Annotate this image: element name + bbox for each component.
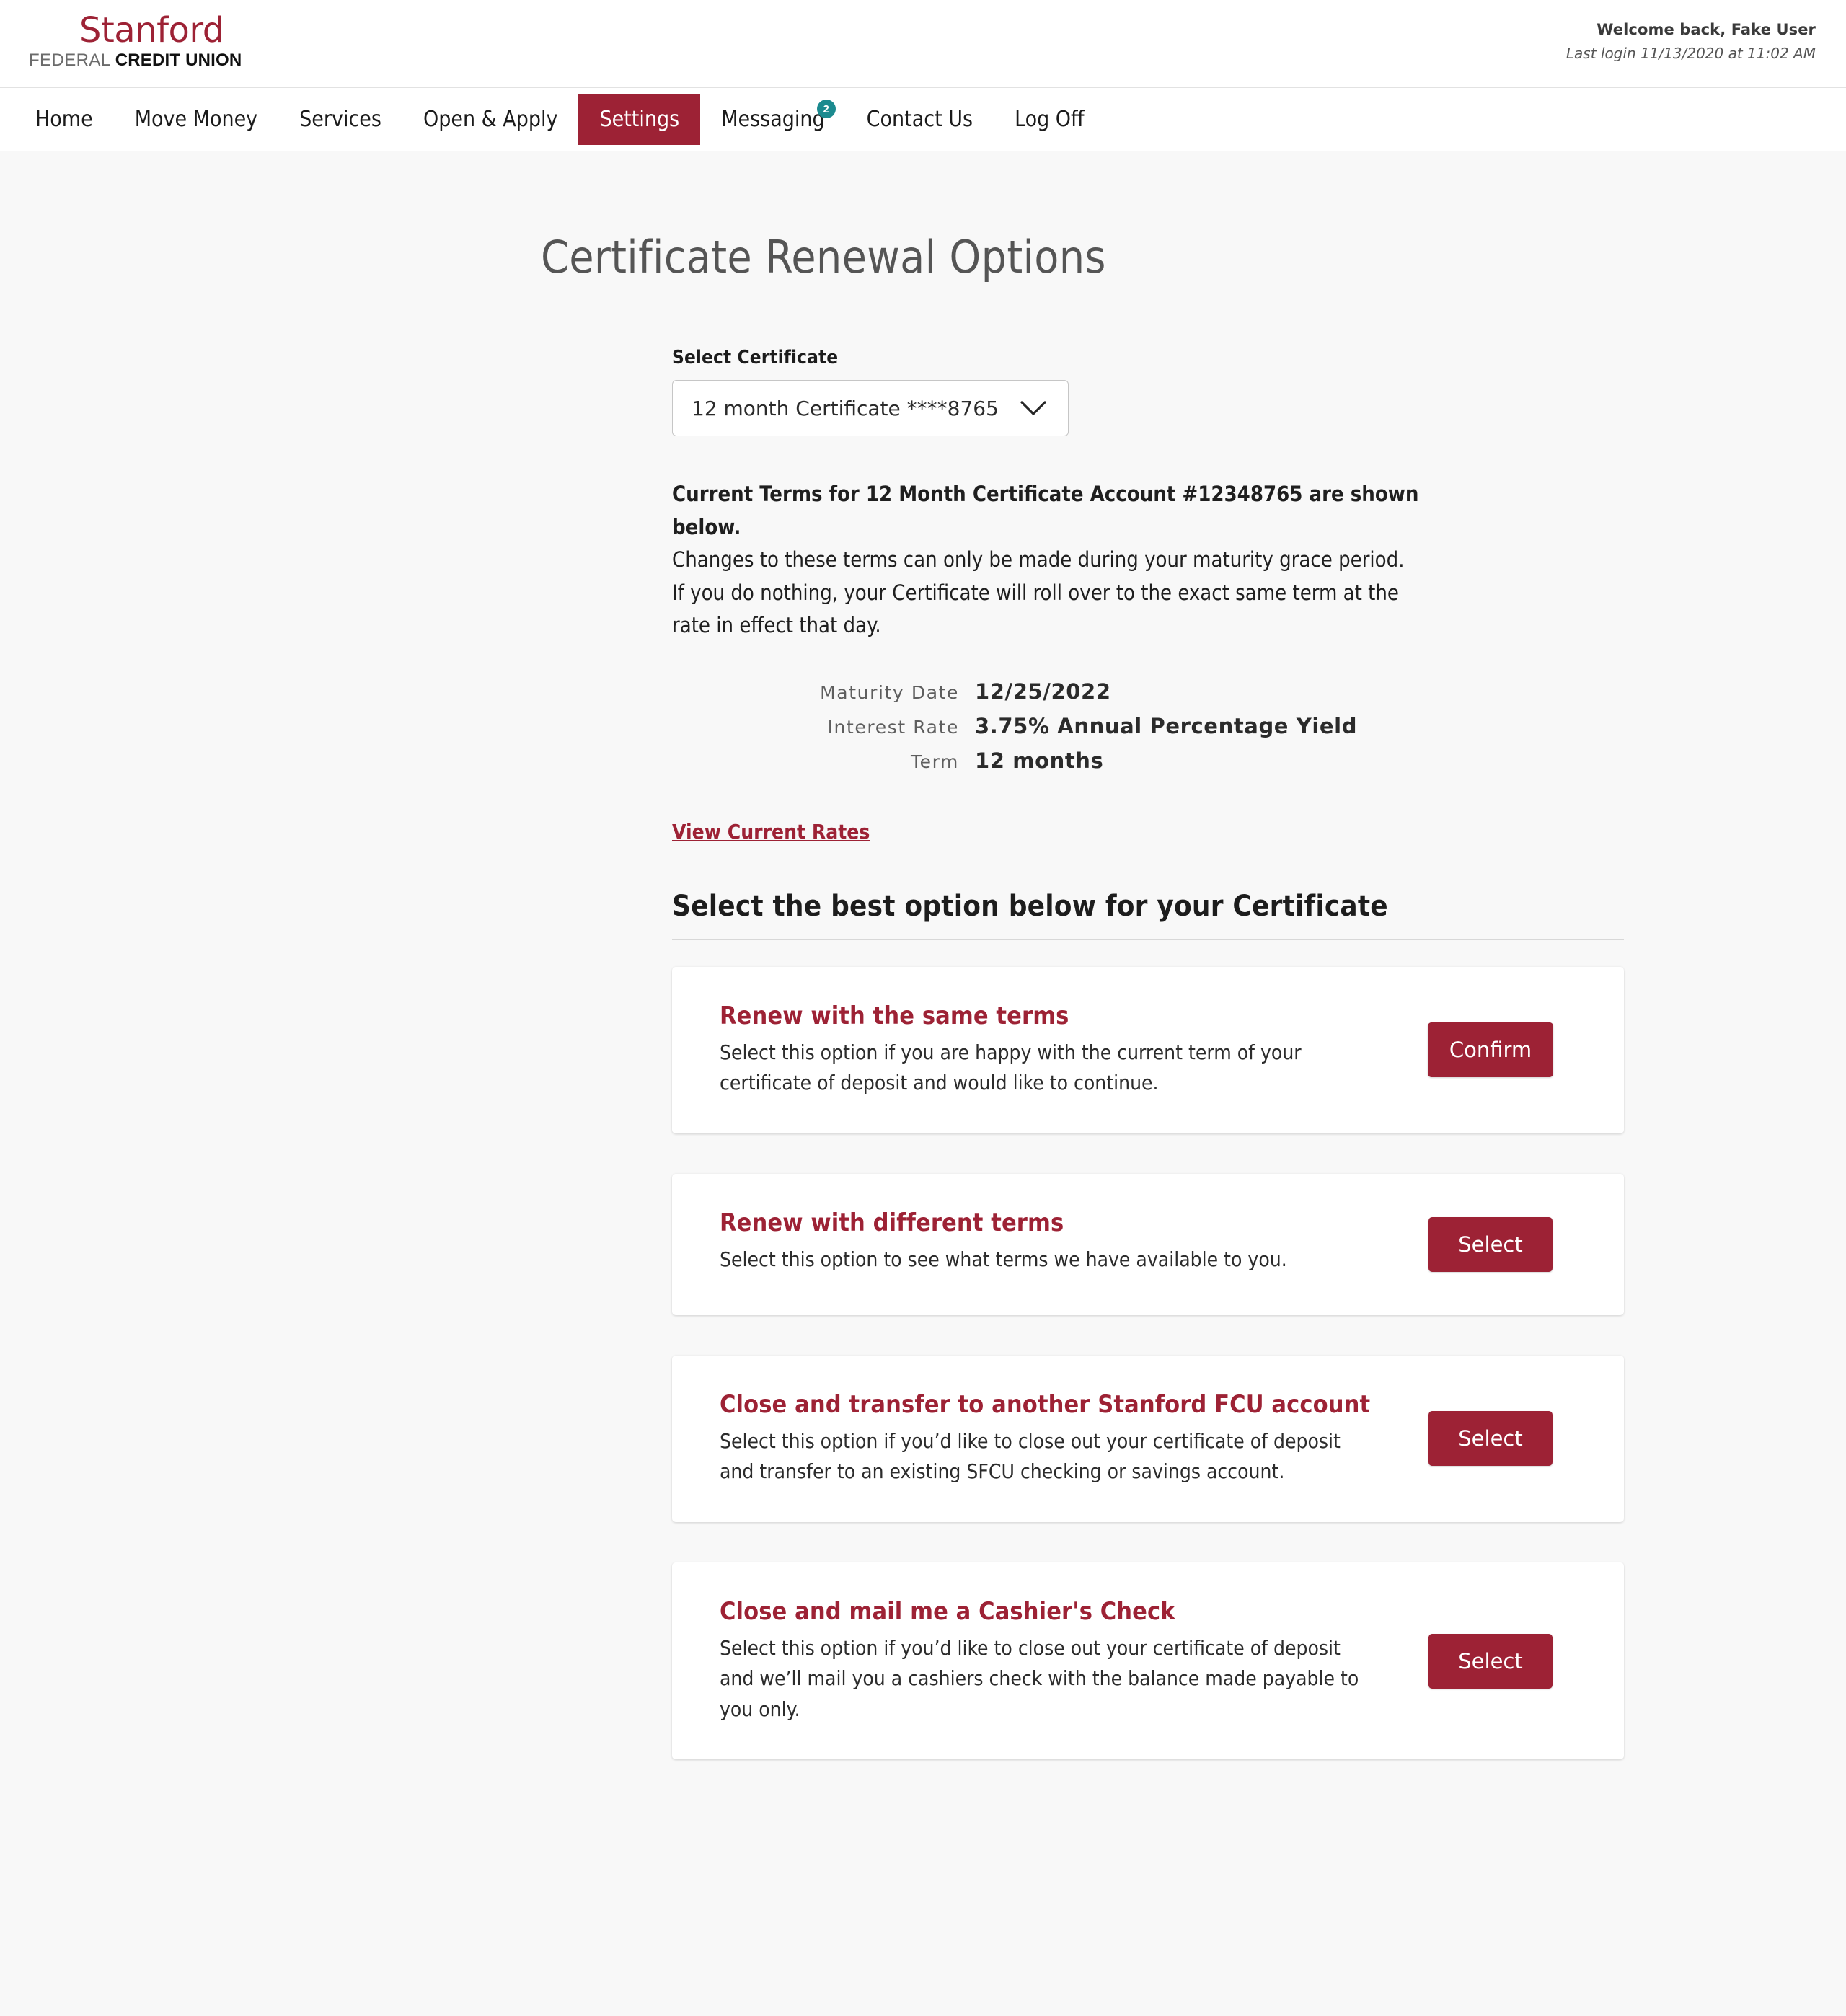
nav-item-label: Log Off [1015, 107, 1085, 132]
nav-item-label: Move Money [134, 107, 258, 132]
options-section-heading: Select the best option below for your Ce… [672, 890, 1624, 940]
option-title: Close and transfer to another Stanford F… [720, 1389, 1371, 1419]
option-text-block: Renew with different terms Select this op… [720, 1208, 1400, 1276]
option-description: Select this option to see what terms we … [720, 1247, 1287, 1271]
welcome-message: Welcome back, Fake User [1597, 21, 1816, 38]
select-button[interactable]: Select [1428, 1411, 1553, 1467]
renewal-options-list: Renew with the same terms Select this opt… [672, 966, 1624, 1760]
option-action-area: Confirm [1400, 1022, 1581, 1078]
nav-item-contact-us[interactable]: Contact Us [846, 94, 994, 145]
nav-item-messaging[interactable]: Messaging 2 [700, 94, 845, 145]
page-body: Certificate Renewal Options Select Certi… [0, 151, 1846, 2016]
main-navigation: Home Move Money Services Open & Apply Settin… [0, 88, 1846, 151]
logo-federal-text: FEDERAL [29, 50, 115, 70]
current-terms-line-2: Changes to these terms can only be made … [672, 547, 1405, 572]
option-description: Select this option if you are happy with… [720, 1040, 1302, 1095]
logo-secondary-text: FEDERAL CREDIT UNION [29, 50, 242, 71]
detail-row: Term 12 months [672, 743, 1357, 778]
confirm-button[interactable]: Confirm [1427, 1022, 1554, 1078]
renewal-option-card: Renew with different terms Select this op… [672, 1173, 1624, 1315]
detail-row: Maturity Date 12/25/2022 [672, 674, 1357, 709]
option-action-area: Select [1400, 1633, 1581, 1689]
logo-credit-union-text: CREDIT UNION [115, 50, 242, 70]
nav-item-open-apply[interactable]: Open & Apply [402, 94, 579, 145]
detail-label: Interest Rate [827, 716, 959, 738]
nav-item-label: Open & Apply [423, 107, 558, 132]
select-button[interactable]: Select [1428, 1216, 1553, 1272]
certificate-details-table: Maturity Date 12/25/2022 Interest Rate 3.75… [672, 674, 1357, 778]
brand-logo[interactable]: Stanford FEDERAL CREDIT UNION [29, 13, 242, 71]
option-action-area: Select [1400, 1411, 1581, 1467]
page-title: Certificate Renewal Options [541, 231, 1106, 283]
site-header: Stanford FEDERAL CREDIT UNION Welcome ba… [0, 0, 1846, 88]
option-action-area: Select [1400, 1216, 1581, 1272]
message-count-badge: 2 [816, 100, 836, 118]
current-terms-line-4: rate in effect that day. [672, 613, 881, 638]
option-title: Renew with the same terms [720, 1001, 1069, 1030]
current-terms-line-3: If you do nothing, your Certificate will… [672, 580, 1399, 605]
detail-value: 12 months [975, 748, 1104, 773]
option-title: Renew with different terms [720, 1208, 1064, 1237]
detail-row: Interest Rate 3.75% Annual Percentage Yie… [672, 709, 1357, 743]
select-button[interactable]: Select [1428, 1633, 1553, 1689]
nav-item-label: Home [35, 107, 93, 132]
certificate-select-value: 12 month Certificate ****8765 [692, 396, 999, 420]
option-text-block: Close and mail me a Cashier's Check Selec… [720, 1597, 1400, 1725]
detail-value: 12/25/2022 [975, 678, 1111, 704]
nav-item-move-money[interactable]: Move Money [114, 94, 278, 145]
nav-item-services[interactable]: Services [278, 94, 402, 145]
nav-item-log-off[interactable]: Log Off [994, 94, 1105, 145]
select-certificate-label: Select Certificate [672, 347, 839, 368]
form-column: Select Certificate 12 month Certificate … [224, 283, 1624, 1760]
detail-label: Term [911, 751, 959, 772]
option-text-block: Close and transfer to another Stanford F… [720, 1390, 1400, 1487]
option-text-block: Renew with the same terms Select this opt… [720, 1002, 1400, 1099]
detail-value: 3.75% Annual Percentage Yield [975, 713, 1358, 738]
chevron-down-icon [1017, 399, 1049, 417]
renewal-option-card: Close and transfer to another Stanford F… [672, 1355, 1624, 1522]
option-title: Close and mail me a Cashier's Check [720, 1596, 1175, 1626]
nav-item-label: Settings [599, 107, 680, 132]
nav-item-label: Messaging [721, 107, 825, 132]
nav-item-label: Services [299, 107, 381, 132]
nav-item-settings[interactable]: Settings [578, 94, 701, 145]
option-description: Select this option if you’d like to clos… [720, 1428, 1341, 1484]
detail-label: Maturity Date [820, 681, 959, 703]
renewal-option-card: Close and mail me a Cashier's Check Selec… [672, 1562, 1624, 1760]
nav-item-label: Contact Us [866, 107, 973, 132]
header-user-info: Welcome back, Fake User Last login 11/13… [1566, 19, 1816, 65]
content-container: Certificate Renewal Options Select Certi… [224, 151, 1624, 1760]
option-description: Select this option if you’d like to clos… [720, 1635, 1359, 1721]
current-terms-headline: Current Terms for 12 Month Certificate A… [672, 482, 1419, 539]
renewal-option-card: Renew with the same terms Select this opt… [672, 966, 1624, 1133]
nav-item-home[interactable]: Home [14, 94, 114, 145]
current-terms-text: Current Terms for 12 Month Certificate A… [672, 478, 1451, 642]
last-login-text: Last login 11/13/2020 at 11:02 AM [1565, 44, 1816, 62]
view-current-rates-link[interactable]: View Current Rates [672, 820, 870, 844]
logo-primary-text: Stanford [79, 10, 224, 50]
certificate-select[interactable]: 12 month Certificate ****8765 [672, 380, 1069, 436]
